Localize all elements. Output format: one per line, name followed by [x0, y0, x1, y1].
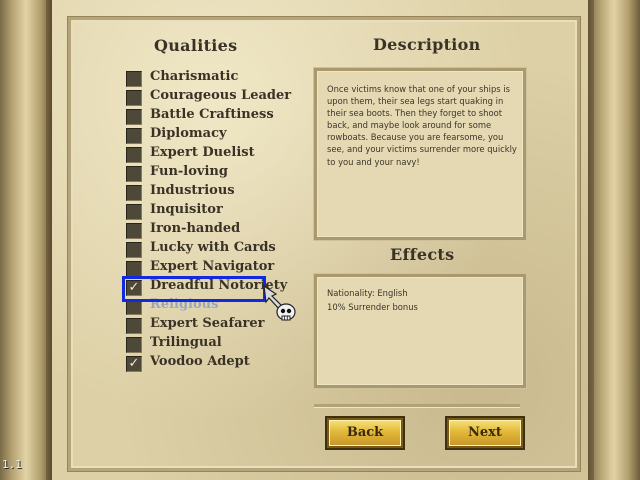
- quality-item[interactable]: ✓ Voodoo Adept: [124, 353, 284, 372]
- quality-checkbox[interactable]: [126, 318, 142, 334]
- quality-item[interactable]: Charismatic: [124, 68, 284, 87]
- description-panel: Once victims know that one of your ships…: [314, 68, 526, 240]
- quality-checkbox[interactable]: [126, 337, 142, 353]
- quality-checkbox[interactable]: [126, 147, 142, 163]
- description-heading: Description: [373, 35, 481, 54]
- quality-checkbox[interactable]: [126, 166, 142, 182]
- quality-checkbox[interactable]: [126, 185, 142, 201]
- quality-checkbox[interactable]: [126, 204, 142, 220]
- quality-checkbox[interactable]: [126, 128, 142, 144]
- effects-heading: Effects: [390, 245, 455, 264]
- scroll-roller-left: [0, 0, 52, 480]
- effects-panel: Nationality: English 10% Surrender bonus: [314, 274, 526, 388]
- quality-label: Industrious: [150, 183, 235, 198]
- quality-item[interactable]: Iron-handed: [124, 220, 284, 239]
- quality-checkbox[interactable]: [126, 242, 142, 258]
- quality-item[interactable]: Courageous Leader: [124, 87, 291, 106]
- version-label: 1.1: [2, 458, 22, 471]
- quality-label: Courageous Leader: [150, 88, 292, 103]
- quality-label: Expert Seafarer: [150, 316, 265, 331]
- quality-label: Battle Craftiness: [150, 107, 274, 122]
- quality-checkbox[interactable]: [126, 109, 142, 125]
- quality-item[interactable]: Battle Craftiness: [124, 106, 284, 125]
- quality-item[interactable]: Diplomacy: [124, 125, 284, 144]
- next-button[interactable]: Next: [445, 416, 525, 450]
- quality-item[interactable]: Fun-loving: [124, 163, 284, 182]
- quality-label: Diplomacy: [150, 126, 227, 141]
- quality-item[interactable]: Expert Navigator: [124, 258, 284, 277]
- quality-label: Fun-loving: [150, 164, 228, 179]
- quality-label: Trilingual: [150, 335, 222, 350]
- quality-item[interactable]: Lucky with Cards: [124, 239, 284, 258]
- scroll-roller-right: [588, 0, 640, 480]
- qualities-heading: Qualities: [154, 36, 238, 55]
- quality-label: Iron-handed: [150, 221, 241, 236]
- quality-label: Inquisitor: [150, 202, 223, 217]
- quality-label: Expert Duelist: [150, 145, 255, 160]
- skull-cursor-icon: [263, 284, 296, 321]
- quality-label: Charismatic: [150, 69, 239, 84]
- quality-item[interactable]: Trilingual: [124, 334, 284, 353]
- quality-item[interactable]: Inquisitor: [124, 201, 284, 220]
- effect-line: 10% Surrender bonus: [327, 301, 418, 312]
- quality-checkbox[interactable]: [126, 261, 142, 277]
- quality-label: Voodoo Adept: [150, 354, 250, 369]
- quality-checkbox[interactable]: [126, 223, 142, 239]
- quality-item[interactable]: Industrious: [124, 182, 284, 201]
- quality-label: Lucky with Cards: [150, 240, 276, 255]
- quality-checkbox[interactable]: [126, 71, 142, 87]
- quality-item[interactable]: Expert Seafarer: [124, 315, 284, 334]
- description-text: Once victims know that one of your ships…: [327, 84, 517, 167]
- quality-checkbox[interactable]: ✓: [126, 356, 142, 372]
- back-button[interactable]: Back: [325, 416, 405, 450]
- quality-checkbox[interactable]: [126, 90, 142, 106]
- selection-highlight: [122, 276, 266, 302]
- effects-list: Nationality: English 10% Surrender bonus: [327, 287, 517, 314]
- quality-label: Expert Navigator: [150, 259, 275, 274]
- quality-item[interactable]: Expert Duelist: [124, 144, 284, 163]
- effect-line: Nationality: English: [327, 288, 408, 298]
